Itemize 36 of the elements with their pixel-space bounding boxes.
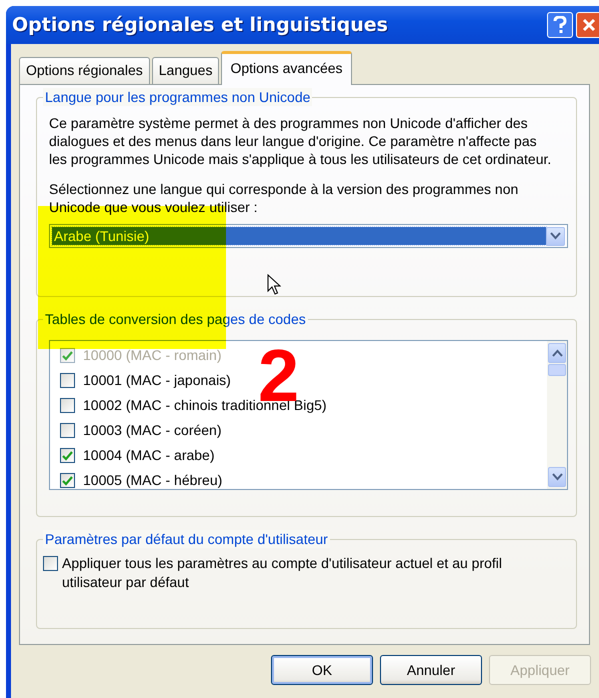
checkbox[interactable] (60, 473, 75, 488)
code-page-label: 10000 (MAC - romain) (83, 346, 222, 365)
checkbox[interactable] (43, 556, 58, 571)
checkbox[interactable] (60, 373, 75, 388)
checkmark-icon (62, 350, 73, 360)
tab[interactable]: Options avancées (221, 51, 352, 85)
checkbox-label: Appliquer tous les paramètres au compte d'utilisateur actuel et au profil utilisateur par défaut (62, 554, 504, 592)
scroll-thumb[interactable] (548, 364, 566, 376)
help-button[interactable] (547, 12, 573, 38)
tab[interactable]: Options régionales (19, 57, 150, 84)
checkbox[interactable] (60, 448, 75, 463)
checkbox[interactable] (60, 423, 75, 438)
chevron-down-icon (552, 473, 562, 481)
mouse-cursor-icon (267, 274, 281, 296)
scroll-down-button[interactable] (548, 467, 566, 487)
checkmark-icon (62, 450, 73, 460)
description-text: Ce paramètre système permet à des programmes non Unicode d'afficher des dialogues et des menus dans leur langue d'origine. Ce paramètre n'affecte pas les programmes Unicode mais s'applique à tous les utilisateurs de cet ordinateur. (49, 114, 552, 168)
code-page-label: 10001 (MAC - japonais) (83, 371, 231, 390)
scrollbar[interactable] (547, 341, 567, 489)
code-page-label: 10005 (MAC - hébreu) (83, 471, 222, 490)
group-legend: Langue pour les programmes non Unicode (43, 88, 312, 106)
checkmark-icon (62, 476, 73, 486)
code-page-label: 10004 (MAC - arabe) (83, 446, 215, 465)
window-title: Options régionales et linguistiques (12, 14, 389, 36)
chevron-down-icon (550, 232, 561, 240)
question-mark-icon (553, 16, 567, 34)
dialog-button[interactable]: OK (271, 655, 373, 685)
close-button[interactable] (576, 12, 599, 38)
group-legend: Paramètres par défaut du compte d'utilisateur (43, 530, 330, 548)
chevron-up-icon (552, 349, 562, 357)
close-icon (582, 18, 596, 32)
checkbox[interactable] (60, 398, 75, 413)
scroll-up-button[interactable] (548, 343, 566, 363)
dialog-button[interactable]: Annuler (380, 655, 482, 685)
tab[interactable]: Langues (152, 57, 220, 84)
code-page-label: 10003 (MAC - coréen) (83, 421, 222, 440)
